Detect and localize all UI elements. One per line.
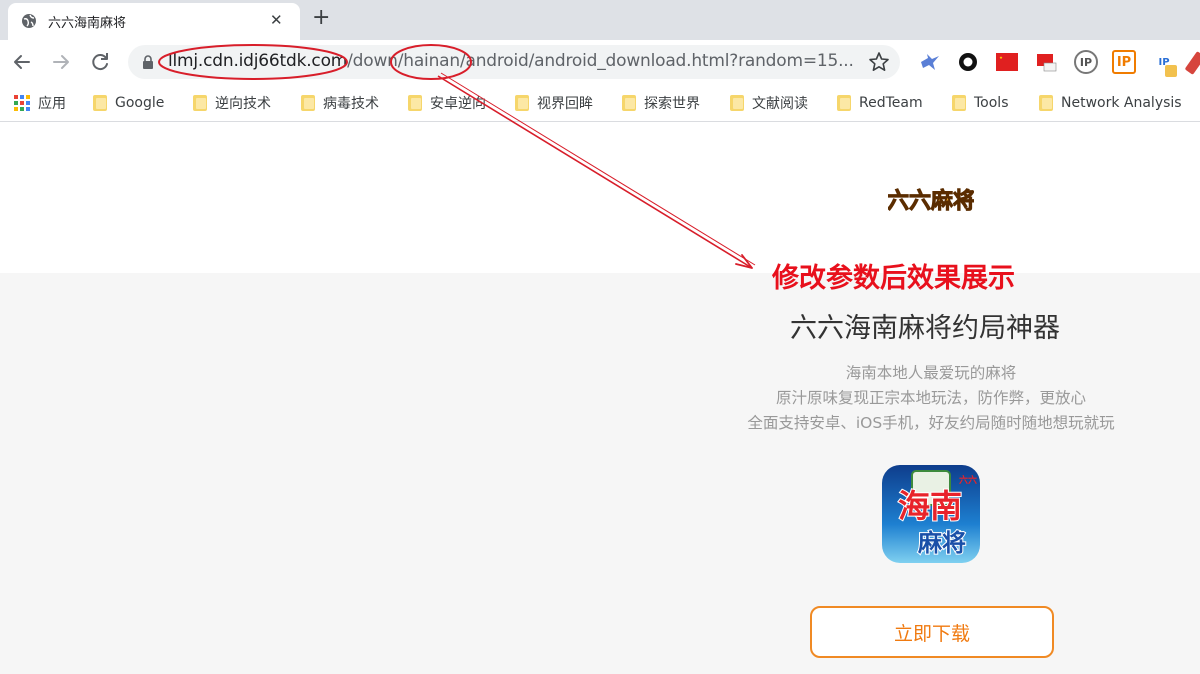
flag-badge-extension-icon[interactable]: [1035, 50, 1059, 74]
description-line: 原汁原味复现正宗本地玩法，防作弊，更放心: [775, 389, 1086, 407]
forward-arrow-icon[interactable]: [47, 48, 75, 76]
logo-artwork: 六六麻将: [886, 188, 975, 215]
bookmark-network-analysis[interactable]: Network Analysis: [1039, 93, 1182, 113]
tab-strip: 六六海南麻将 ✕ +: [0, 0, 1200, 40]
lock-icon[interactable]: [142, 55, 154, 69]
bookmark-label: 应用: [38, 96, 66, 112]
browser-toolbar: llmj.cdn.idj66tdk.com/down/hainan/androi…: [0, 40, 1200, 84]
question-badge-icon: [1165, 65, 1177, 77]
reload-icon[interactable]: [86, 48, 114, 76]
url-path: /down/hainan/android/android_download.ht…: [347, 51, 854, 71]
bookmark-tools[interactable]: Tools: [952, 93, 1009, 113]
china-flag-extension-icon[interactable]: [995, 50, 1019, 74]
partial-extension-icon[interactable]: [1184, 51, 1200, 75]
folder-icon: [408, 95, 422, 111]
folder-icon: [622, 95, 636, 111]
folder-icon: [1039, 95, 1053, 111]
back-arrow-icon[interactable]: [8, 48, 36, 76]
bookmark-papers[interactable]: 文献阅读: [730, 93, 808, 113]
folder-icon: [837, 95, 851, 111]
ring-extension-icon[interactable]: [956, 50, 980, 74]
bookmark-explore[interactable]: 探索世界: [622, 93, 700, 113]
bookmark-virus-tech[interactable]: 病毒技术: [301, 93, 379, 113]
bookmark-star-icon[interactable]: [868, 51, 890, 73]
ip-orange-extension-icon[interactable]: IP: [1112, 50, 1136, 74]
url-host: llmj.cdn.idj66tdk.com: [168, 51, 348, 71]
download-button[interactable]: 立即下载: [810, 606, 1054, 658]
app-icon-subtitle: 麻将: [917, 528, 966, 557]
bookmark-label: 安卓逆向: [430, 96, 486, 112]
bookmark-label: 病毒技术: [323, 96, 379, 112]
bookmark-label: Network Analysis: [1061, 95, 1182, 111]
bird-extension-icon[interactable]: [918, 50, 942, 74]
url-text[interactable]: llmj.cdn.idj66tdk.com/down/hainan/androi…: [168, 51, 854, 71]
bookmark-label: 文献阅读: [752, 96, 808, 112]
apps-grid-icon: [14, 95, 30, 111]
folder-icon: [93, 95, 107, 111]
folder-icon: [952, 95, 966, 111]
bookmark-vision[interactable]: 视界回眸: [515, 93, 593, 113]
app-icon-title: 海南: [898, 487, 962, 525]
folder-icon: [730, 95, 744, 111]
page-header-area: [0, 123, 1200, 273]
bookmark-label: RedTeam: [859, 95, 923, 111]
bookmark-label: 视界回眸: [537, 96, 593, 112]
bookmark-label: Google: [115, 95, 165, 111]
app-icon-artwork: 海南 麻将 六六: [882, 465, 980, 563]
ip-location-extension-icon[interactable]: IP: [1074, 50, 1098, 74]
active-tab[interactable]: 六六海南麻将 ✕: [8, 3, 300, 40]
folder-icon: [301, 95, 315, 111]
site-logo: 六六麻将: [886, 178, 975, 220]
folder-icon: [515, 95, 529, 111]
page-headline: 六六海南麻将约局神器: [790, 313, 1060, 344]
description-line: 全面支持安卓、iOS手机，好友约局随时随地想玩就玩: [747, 414, 1115, 432]
bookmark-label: 探索世界: [644, 96, 700, 112]
folder-icon: [193, 95, 207, 111]
tab-title: 六六海南麻将: [48, 16, 127, 31]
app-icon: 海南 麻将 六六: [882, 465, 980, 563]
app-icon-badge: 六六: [959, 474, 977, 486]
bookmark-redteam[interactable]: RedTeam: [837, 93, 923, 113]
annotation-caption: 修改参数后效果展示: [772, 263, 1015, 294]
logo-text: 六六麻将: [888, 188, 974, 214]
globe-icon: [22, 14, 36, 28]
new-tab-button[interactable]: +: [312, 5, 330, 30]
bookmark-android-reverse[interactable]: 安卓逆向: [408, 93, 486, 113]
bookmark-google[interactable]: Google: [93, 93, 164, 113]
bookmark-label: 逆向技术: [215, 96, 271, 112]
bookmark-reverse-tech[interactable]: 逆向技术: [193, 93, 271, 113]
description-line: 海南本地人最爱玩的麻将: [845, 364, 1017, 382]
bookmarks-bar: 应用 Google 逆向技术 病毒技术 安卓逆向 视界回眸 探索世界 文献阅读 …: [0, 84, 1200, 122]
bookmark-apps[interactable]: 应用: [14, 93, 66, 113]
bookmark-label: Tools: [974, 95, 1009, 111]
address-bar[interactable]: llmj.cdn.idj66tdk.com/down/hainan/androi…: [128, 45, 900, 79]
tab-close-icon[interactable]: ✕: [270, 11, 283, 29]
